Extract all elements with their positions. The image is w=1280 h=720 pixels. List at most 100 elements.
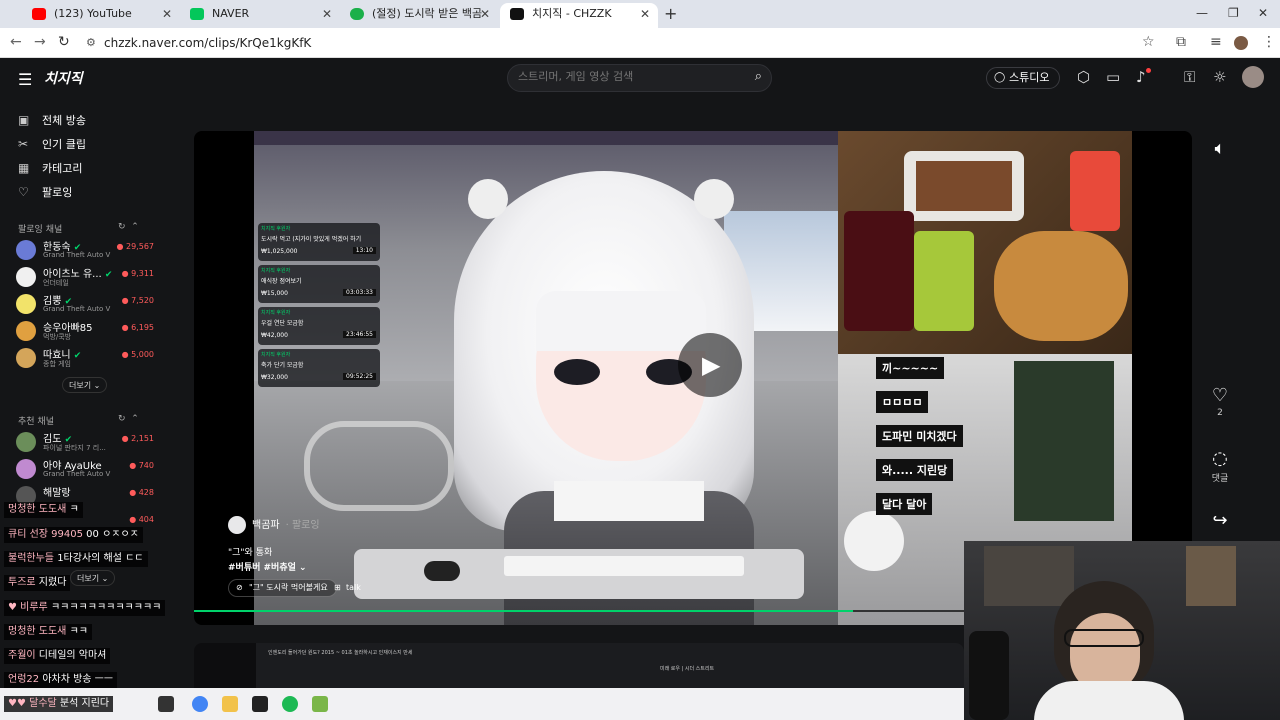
address-bar: ← → ↻ ⚙ chzzk.naver.com/clips/KrQe1kgKfK… [0,28,1280,58]
avatar [16,432,36,452]
heart-icon: ♡ [1211,385,1229,406]
chat-user: 투즈로 [8,577,36,588]
url-field[interactable]: chzzk.naver.com/clips/KrQe1kgKfK [104,36,311,50]
window-close-icon[interactable]: ✕ [1258,6,1268,20]
studio-button[interactable]: ◯ 스튜디오 [986,67,1061,89]
browser-tab-youtube[interactable]: (123) YouTube ✕ [22,3,180,28]
viewer-count: ● 6,195 [121,323,154,332]
viewer-count: ● 7,520 [121,296,154,305]
media-icon[interactable]: ≡ [1210,34,1222,50]
cube-icon[interactable]: ⬡ [1077,68,1090,86]
comment-button[interactable]: ◌ 댓글 [1200,448,1240,484]
minecraft-icon[interactable] [312,696,328,712]
reload-icon[interactable]: ↻ [58,34,70,50]
share-button[interactable]: ↪ [1200,510,1240,531]
grapes [914,231,974,331]
app-icon[interactable] [158,696,174,712]
chevron-down-icon[interactable]: ⌄ [299,563,307,573]
new-tab-button[interactable]: + [664,4,677,23]
chat-text: 아차차 방송 ㅡㅡ [42,674,114,685]
minimize-icon[interactable]: — [1196,6,1208,20]
chzzk-logo[interactable]: 치지직 [44,68,83,88]
close-icon[interactable]: ✕ [640,3,650,25]
notepad-icon[interactable] [252,696,268,712]
search-icon[interactable]: ⌕ [755,69,762,84]
channel-name: 해말랑 [43,488,71,499]
recommended-more-button[interactable]: 더보기 ⌄ [70,570,116,586]
maximize-icon[interactable]: ❐ [1228,6,1239,20]
nav-category[interactable]: ▦ 카테고리 [18,160,82,180]
nav-popular-clips[interactable]: ✂ 인기 클립 [18,136,86,156]
bookmark-star-icon[interactable]: ☆ [1142,34,1155,50]
chrome-icon[interactable] [192,696,208,712]
search-input[interactable] [518,70,738,83]
channel-item[interactable]: 김뿡 ✔ Grand Theft Auto V ● 7,520 [14,292,154,316]
follow-status[interactable]: · 팔로잉 [286,520,320,531]
donation-title: 도시락 먹고 (지가이 맛있게 먹겠어 하기 [261,236,362,243]
like-button[interactable]: ♡ 2 [1200,385,1240,418]
webcam-overlay [964,541,1280,720]
spotify-icon[interactable] [282,696,298,712]
close-icon[interactable]: ✕ [480,3,490,25]
channel-item[interactable]: 한동숙 ✔ Grand Theft Auto V ● 29,567 [14,238,154,262]
talk-button[interactable]: ⊞ talk [328,579,369,597]
channel-item[interactable]: 아야 AyaUke Grand Theft Auto V ● 740 [14,457,154,481]
naver-icon [190,8,204,20]
menu-icon[interactable]: ☰ [18,70,32,89]
talk-label: talk [346,583,361,592]
channel-item[interactable]: 따효니 ✔ 종합 게임 ● 5,000 [14,346,154,370]
chat-text: 디테일의 악마셔 [38,650,107,661]
more-label: 더보기 [77,574,100,583]
browser-tab-chzzk[interactable]: 치지직 - CHZZK ✕ [500,3,658,28]
user-avatar[interactable] [1242,66,1264,88]
chat-text: ㅋㅋㅋㅋㅋㅋㅋㅋㅋㅋㅋㅋ [50,602,162,613]
chat-user: 언렁22 [8,674,40,685]
streamer-name[interactable]: 백곰파 [252,520,280,531]
avatar [16,321,36,341]
chat-message: 멍청한 도도새 ㅋㅋ [4,624,92,640]
viewer-number: 5,000 [131,350,154,359]
site-info-icon[interactable]: ⚙ [86,36,96,49]
next-clip-preview[interactable]: 인엔도리 들어가던 원도? 2015 ~ 01초 놀라하시고 인재이스지 만세 … [194,643,964,688]
browser-tab-clip[interactable]: (절정) 도시락 받은 백곰파 반응 ✕ [340,3,498,28]
close-icon[interactable]: ✕ [322,3,332,25]
glasses [1064,629,1144,647]
viewer-number: 2,151 [131,434,154,443]
close-icon[interactable]: ✕ [162,3,172,25]
refresh-collapse-icons[interactable]: ↻ ⌃ [118,414,139,424]
refresh-collapse-icons[interactable]: ↻ ⌃ [118,222,139,232]
play-button[interactable]: ▶ [678,333,742,397]
theme-sun-icon[interactable]: ☼ [1213,68,1226,86]
channel-item[interactable]: 승우아빠85 먹방/쿡방 ● 6,195 [14,319,154,343]
key-icon[interactable]: ⚿ [1184,68,1195,86]
volume-button[interactable]: 🔈︎ [1200,138,1240,159]
channel-item[interactable]: 김도 ✔ 파이널 판타지 7 리... ● 2,151 [14,430,154,454]
video-caption: 달다 달아 [876,493,933,515]
chevron-down-icon: ⌄ [101,574,109,583]
profile-avatar[interactable] [1234,36,1248,50]
next-clip-thumbnail[interactable]: 인엔도리 들어가던 원도? 2015 ~ 01초 놀라하시고 인재이스지 만세 … [256,643,964,688]
ticket-icon[interactable]: ▭ [1106,68,1120,86]
bell-icon[interactable]: ♪ [1136,68,1146,86]
menu-dots-icon[interactable]: ⋮ [1262,34,1276,50]
nav-following[interactable]: ♡ 팔로잉 [18,184,72,204]
folder-icon[interactable] [222,696,238,712]
donation-card: 치지직 후원자 애식장 점여보기 ₩15,000 03:03:33 [258,265,380,303]
viewer-count: ● 9,311 [121,269,154,278]
channel-item[interactable]: 아이츠노 유... ✔ 언더테일 ● 9,311 [14,265,154,289]
forward-icon[interactable]: → [34,34,46,50]
chat-user: 달수달 [29,698,57,709]
nav-label: 전체 방송 [42,114,86,127]
streamer-avatar[interactable] [228,516,246,534]
extensions-icon[interactable]: ⧉ [1176,34,1186,50]
following-more-button[interactable]: 더보기 ⌄ [62,377,108,393]
vtuber-eye-left [554,359,600,385]
chat-text: 00 ㅇㅈㅇㅈ [86,529,139,540]
viewer-number: 9,311 [131,269,154,278]
nav-all-live[interactable]: ▣ 전체 방송 [18,112,86,132]
back-icon[interactable]: ← [10,34,22,50]
browser-tab-naver[interactable]: NAVER ✕ [180,3,340,28]
streamer-info[interactable]: 백곰파 · 팔로잉 [228,516,320,534]
origin-video-button[interactable]: ⊘ "그" 도시락 먹어볼게요 [228,579,337,597]
heart-icon: ♡ [18,185,29,199]
